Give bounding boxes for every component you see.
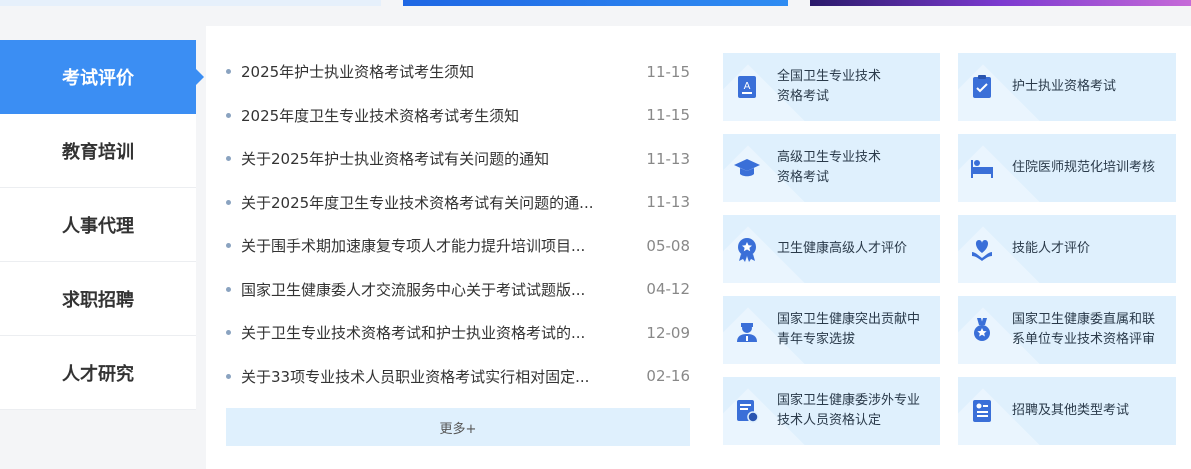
news-date: 05-08 [646,236,690,255]
bullet-icon [226,156,231,162]
bullet-icon [226,373,231,379]
news-item[interactable]: 关于33项专业技术人员职业资格考试实行相对固定... 02-16 [226,355,690,399]
doctor-icon [737,323,757,342]
bullet-icon [226,199,231,205]
content-panel: 2025年护士执业资格考试考生须知 11-15 2025年度卫生专业技术资格考试考… [206,26,1191,469]
nav-item-exam-evaluation[interactable]: 考试评价 [0,40,204,114]
news-date: 11-15 [646,62,690,81]
nav-item-job-recruitment[interactable]: 求职招聘 [0,262,196,336]
tile-label: 护士执业资格考试 [1012,79,1117,94]
nav-label: 人事代理 [62,215,134,237]
hospital-bed-icon [971,160,993,178]
tile-label: 技能人才评价 [1012,241,1091,256]
tile-recruitment-other-exams[interactable]: 招聘及其他类型考试 [958,377,1176,445]
nav-label: 求职招聘 [62,289,134,311]
side-nav: 考试评价 教育培训 人事代理 求职招聘 人才研究 [0,40,204,410]
news-item[interactable]: 2025年度卫生专业技术资格考试考生须知 11-15 [226,94,690,138]
news-date: 11-13 [646,193,690,212]
news-item[interactable]: 2025年护士执业资格考试考生须知 11-15 [226,50,690,94]
news-date: 12-09 [646,323,690,342]
news-item[interactable]: 关于围手术期加速康复专项人才能力提升培训项目... 05-08 [226,224,690,268]
more-button[interactable]: 更多+ [226,408,690,446]
clipboard-check-icon [973,75,991,98]
tile-label: 国家卫生健康委直属和联 系单位专业技术资格评审 [1012,312,1156,347]
tile-national-health-tech-exam[interactable]: A 全国卫生专业技术 资格考试 [723,53,940,121]
nav-label: 人才研究 [62,363,134,385]
tile-label: 住院医师规范化培训考核 [1012,160,1156,175]
tile-young-expert-selection[interactable]: 国家卫生健康突出贡献中 青年专家选拔 [723,296,940,364]
award-badge-icon [738,238,756,262]
svg-text:A: A [744,81,751,92]
tile-label: 国家卫生健康突出贡献中 青年专家选拔 [777,312,921,347]
top-banner-right[interactable] [810,0,1191,6]
news-date: 11-15 [646,106,690,125]
news-title[interactable]: 2025年度卫生专业技术资格考试考生须知 [241,105,621,126]
tile-label: 全国卫生专业技术 资格考试 [777,69,882,104]
bullet-icon [226,286,231,292]
heart-hands-icon [972,240,992,261]
medal-icon [974,318,990,341]
certificate-icon [737,400,759,423]
tile-label: 高级卫生专业技术 资格考试 [777,150,882,185]
tile-label: 招聘及其他类型考试 [1012,403,1130,418]
graduation-cap-icon [734,159,760,177]
resume-icon [973,400,991,422]
news-date: 11-13 [646,149,690,168]
news-title[interactable]: 2025年护士执业资格考试考生须知 [241,61,621,82]
tile-resident-training-assessment[interactable]: 住院医师规范化培训考核 [958,134,1176,202]
news-title[interactable]: 关于围手术期加速康复专项人才能力提升培训项目... [241,235,621,256]
nav-item-education-training[interactable]: 教育培训 [0,114,196,188]
top-banner-middle[interactable] [403,0,788,6]
news-item[interactable]: 关于卫生专业技术资格考试和护士执业资格考试的... 12-09 [226,311,690,355]
tile-foreign-tech-certification[interactable]: 国家卫生健康委涉外专业 技术人员资格认定 [723,377,940,445]
news-title[interactable]: 关于2025年度卫生专业技术资格考试有关问题的通... [241,192,621,213]
tile-label: 卫生健康高级人才评价 [777,241,908,256]
news-date: 04-12 [646,280,690,299]
news-date: 02-16 [646,367,690,386]
news-item[interactable]: 国家卫生健康委人才交流服务中心关于考试试题版... 04-12 [226,268,690,312]
nav-item-personnel-agency[interactable]: 人事代理 [0,188,196,262]
bullet-icon [226,243,231,249]
tile-label: 国家卫生健康委涉外专业 技术人员资格认定 [777,393,921,428]
nav-label: 考试评价 [62,68,134,89]
tile-senior-health-tech-exam[interactable]: 高级卫生专业技术 资格考试 [723,134,940,202]
news-title[interactable]: 国家卫生健康委人才交流服务中心关于考试试题版... [241,279,621,300]
bullet-icon [226,330,231,336]
news-title[interactable]: 关于卫生专业技术资格考试和护士执业资格考试的... [241,322,621,343]
news-item[interactable]: 关于2025年度卫生专业技术资格考试有关问题的通... 11-13 [226,181,690,225]
tile-nurse-license-exam[interactable]: 护士执业资格考试 [958,53,1176,121]
tile-senior-talent-evaluation[interactable]: 卫生健康高级人才评价 [723,215,940,283]
nav-item-talent-research[interactable]: 人才研究 [0,336,196,410]
news-list: 2025年护士执业资格考试考生须知 11-15 2025年度卫生专业技术资格考试考… [226,50,690,398]
bullet-icon [226,69,231,75]
news-title[interactable]: 关于2025年护士执业资格考试有关问题的通知 [241,148,621,169]
tile-affiliated-unit-review[interactable]: 国家卫生健康委直属和联 系单位专业技术资格评审 [958,296,1176,364]
service-tiles: A 全国卫生专业技术 资格考试 护士执业资格考试 高级卫生专业技术 资格考试 住院医… [723,53,1176,445]
nav-label: 教育培训 [62,141,134,163]
tile-skill-talent-evaluation[interactable]: 技能人才评价 [958,215,1176,283]
exam-doc-icon: A [738,76,756,98]
top-banner-left[interactable] [0,0,381,6]
news-item[interactable]: 关于2025年护士执业资格考试有关问题的通知 11-13 [226,137,690,181]
bullet-icon [226,112,231,118]
news-title[interactable]: 关于33项专业技术人员职业资格考试实行相对固定... [241,366,621,387]
